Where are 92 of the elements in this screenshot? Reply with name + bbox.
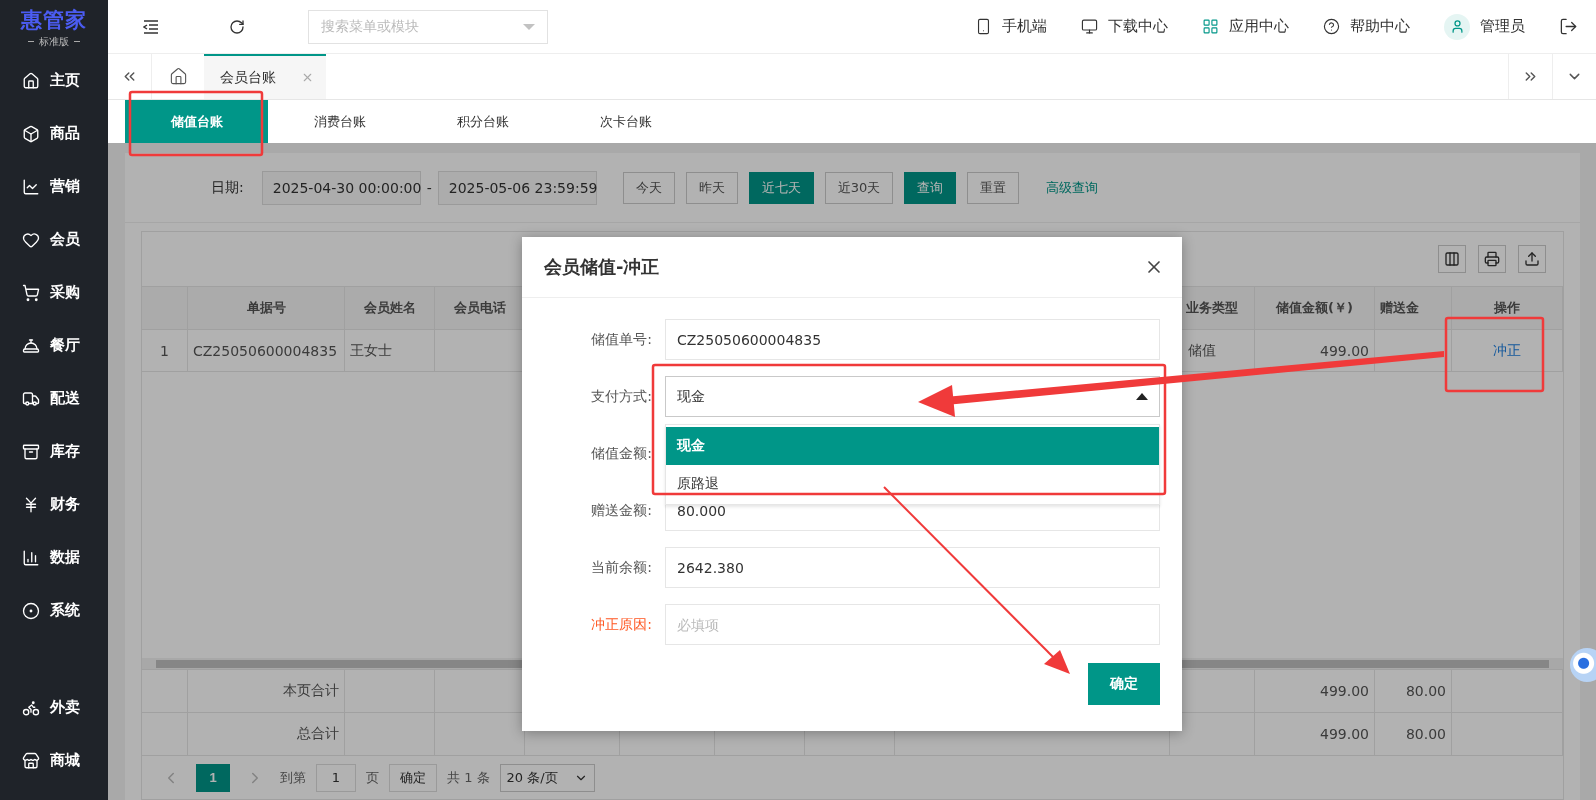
date-label: 日期: (211, 178, 244, 197)
input-field[interactable]: CZ25050600004835 (665, 319, 1160, 360)
refresh-icon (229, 18, 245, 35)
sidebar-item[interactable]: 商城 (0, 734, 108, 787)
sidebar-item[interactable]: 财务 (0, 478, 108, 531)
phone-icon (975, 18, 992, 35)
field-label: 当前余额: (590, 558, 652, 577)
bar-chart-icon (22, 548, 40, 567)
field-label: 赠送金额: (590, 501, 652, 520)
grid-icon (1202, 18, 1219, 35)
sidebar-item[interactable]: 会员 (0, 213, 108, 266)
top-link[interactable]: 下载中心 (1081, 17, 1168, 36)
logout-icon[interactable] (1559, 17, 1578, 36)
reset-button[interactable]: 重置 (967, 171, 1020, 204)
field-label: 储值单号: (590, 330, 652, 349)
sidebar-item[interactable]: 采购 (0, 266, 108, 319)
print-button[interactable] (1478, 245, 1506, 273)
row-number: 1 (142, 330, 188, 371)
table-cell: CZ25050600004835 (188, 330, 345, 371)
columns-button[interactable] (1438, 245, 1466, 273)
range-separator: - (426, 179, 432, 196)
column-header: 单据号 (188, 287, 345, 329)
page-input[interactable]: 1 (316, 763, 356, 792)
dropdown-option[interactable]: 原路退 (666, 465, 1159, 503)
home-icon (168, 67, 188, 86)
sidebar-item[interactable]: 配送 (0, 372, 108, 425)
top-link[interactable]: 应用中心 (1202, 17, 1289, 36)
summary-label: 总合计 (188, 713, 345, 755)
help-icon (1323, 18, 1340, 35)
caret-icon (523, 23, 535, 30)
range-button[interactable]: 近30天 (824, 171, 894, 204)
chart-icon (22, 177, 40, 196)
upload-icon (1524, 251, 1540, 267)
circle-icon (22, 601, 40, 620)
column-header: 会员姓名 (345, 287, 435, 329)
sidebar-item[interactable]: 营销 (0, 160, 108, 213)
monitor-icon (1081, 18, 1098, 35)
sidebar-item[interactable]: 商品 (0, 107, 108, 160)
goto-label: 到第 (280, 768, 306, 787)
input-field[interactable]: 必填项 (665, 604, 1160, 645)
table-cell: 王女士 (345, 330, 435, 371)
end-date-field[interactable]: 2025-05-06 23:59:59 (437, 170, 597, 205)
indent-icon (143, 19, 159, 34)
archive-icon (22, 442, 40, 461)
printer-icon (1484, 251, 1500, 267)
logo-subtitle: 标准版 (39, 34, 69, 49)
table-cell: 499.00 (1255, 670, 1375, 712)
page-size-select[interactable]: 20 条/页 (499, 763, 595, 792)
field-label: 储值金额: (590, 444, 652, 463)
top-link[interactable]: 手机端 (975, 17, 1047, 36)
goto-button[interactable]: 确定 (389, 763, 437, 792)
dialog-title: 会员储值-冲正 (544, 255, 660, 279)
sidebar-item[interactable]: 数据 (0, 531, 108, 584)
heart-icon (22, 230, 40, 249)
sidebar-item[interactable]: 主页 (0, 54, 108, 107)
sidebar-item[interactable]: 库存 (0, 425, 108, 478)
bell-icon (22, 336, 40, 355)
start-date-field[interactable]: 2025-04-30 00:00:00 (261, 170, 421, 205)
dropdown-option[interactable]: 现金 (666, 427, 1159, 465)
home-icon (22, 71, 40, 90)
reverse-link[interactable]: 冲正 (1493, 341, 1521, 360)
sidebar-item[interactable]: 餐厅 (0, 319, 108, 372)
column-header: 储值金额(￥) (1255, 287, 1375, 329)
sidebar-item[interactable]: 外卖 (0, 681, 108, 734)
logo-title: 惠管家 (21, 6, 87, 34)
range-button[interactable]: 昨天 (685, 171, 738, 204)
box-icon (22, 124, 40, 143)
confirm-button[interactable]: 确定 (1088, 663, 1160, 705)
columns-icon (1444, 251, 1460, 267)
field-label: 冲正原因: (590, 615, 652, 634)
summary-label: 本页合计 (188, 670, 345, 712)
bike-icon (22, 698, 40, 717)
top-link[interactable]: 帮助中心 (1323, 17, 1410, 36)
page-tab[interactable]: 会员台账 (204, 54, 326, 99)
column-header: 赠送金 (1375, 287, 1452, 329)
export-button[interactable] (1518, 245, 1546, 273)
truck-icon (22, 389, 40, 408)
column-header: 操作 (1452, 287, 1563, 329)
user-menu[interactable]: 管理员 (1444, 13, 1525, 40)
store-icon (22, 751, 40, 770)
input-field[interactable]: 2642.380 (665, 547, 1160, 588)
field-label: 支付方式: (590, 387, 652, 406)
range-button[interactable]: 今天 (622, 171, 675, 204)
sub-tab[interactable]: 储值台账 (125, 100, 268, 143)
user-icon (1449, 19, 1465, 34)
table-cell: 499.00 (1255, 713, 1375, 755)
total-count: 共 1 条 (447, 768, 490, 787)
table-cell: 80.00 (1375, 713, 1452, 755)
page-unit: 页 (366, 768, 379, 787)
table-cell: 80.00 (1375, 670, 1452, 712)
sidebar-item[interactable]: 系统 (0, 584, 108, 637)
cart-icon (22, 283, 40, 302)
